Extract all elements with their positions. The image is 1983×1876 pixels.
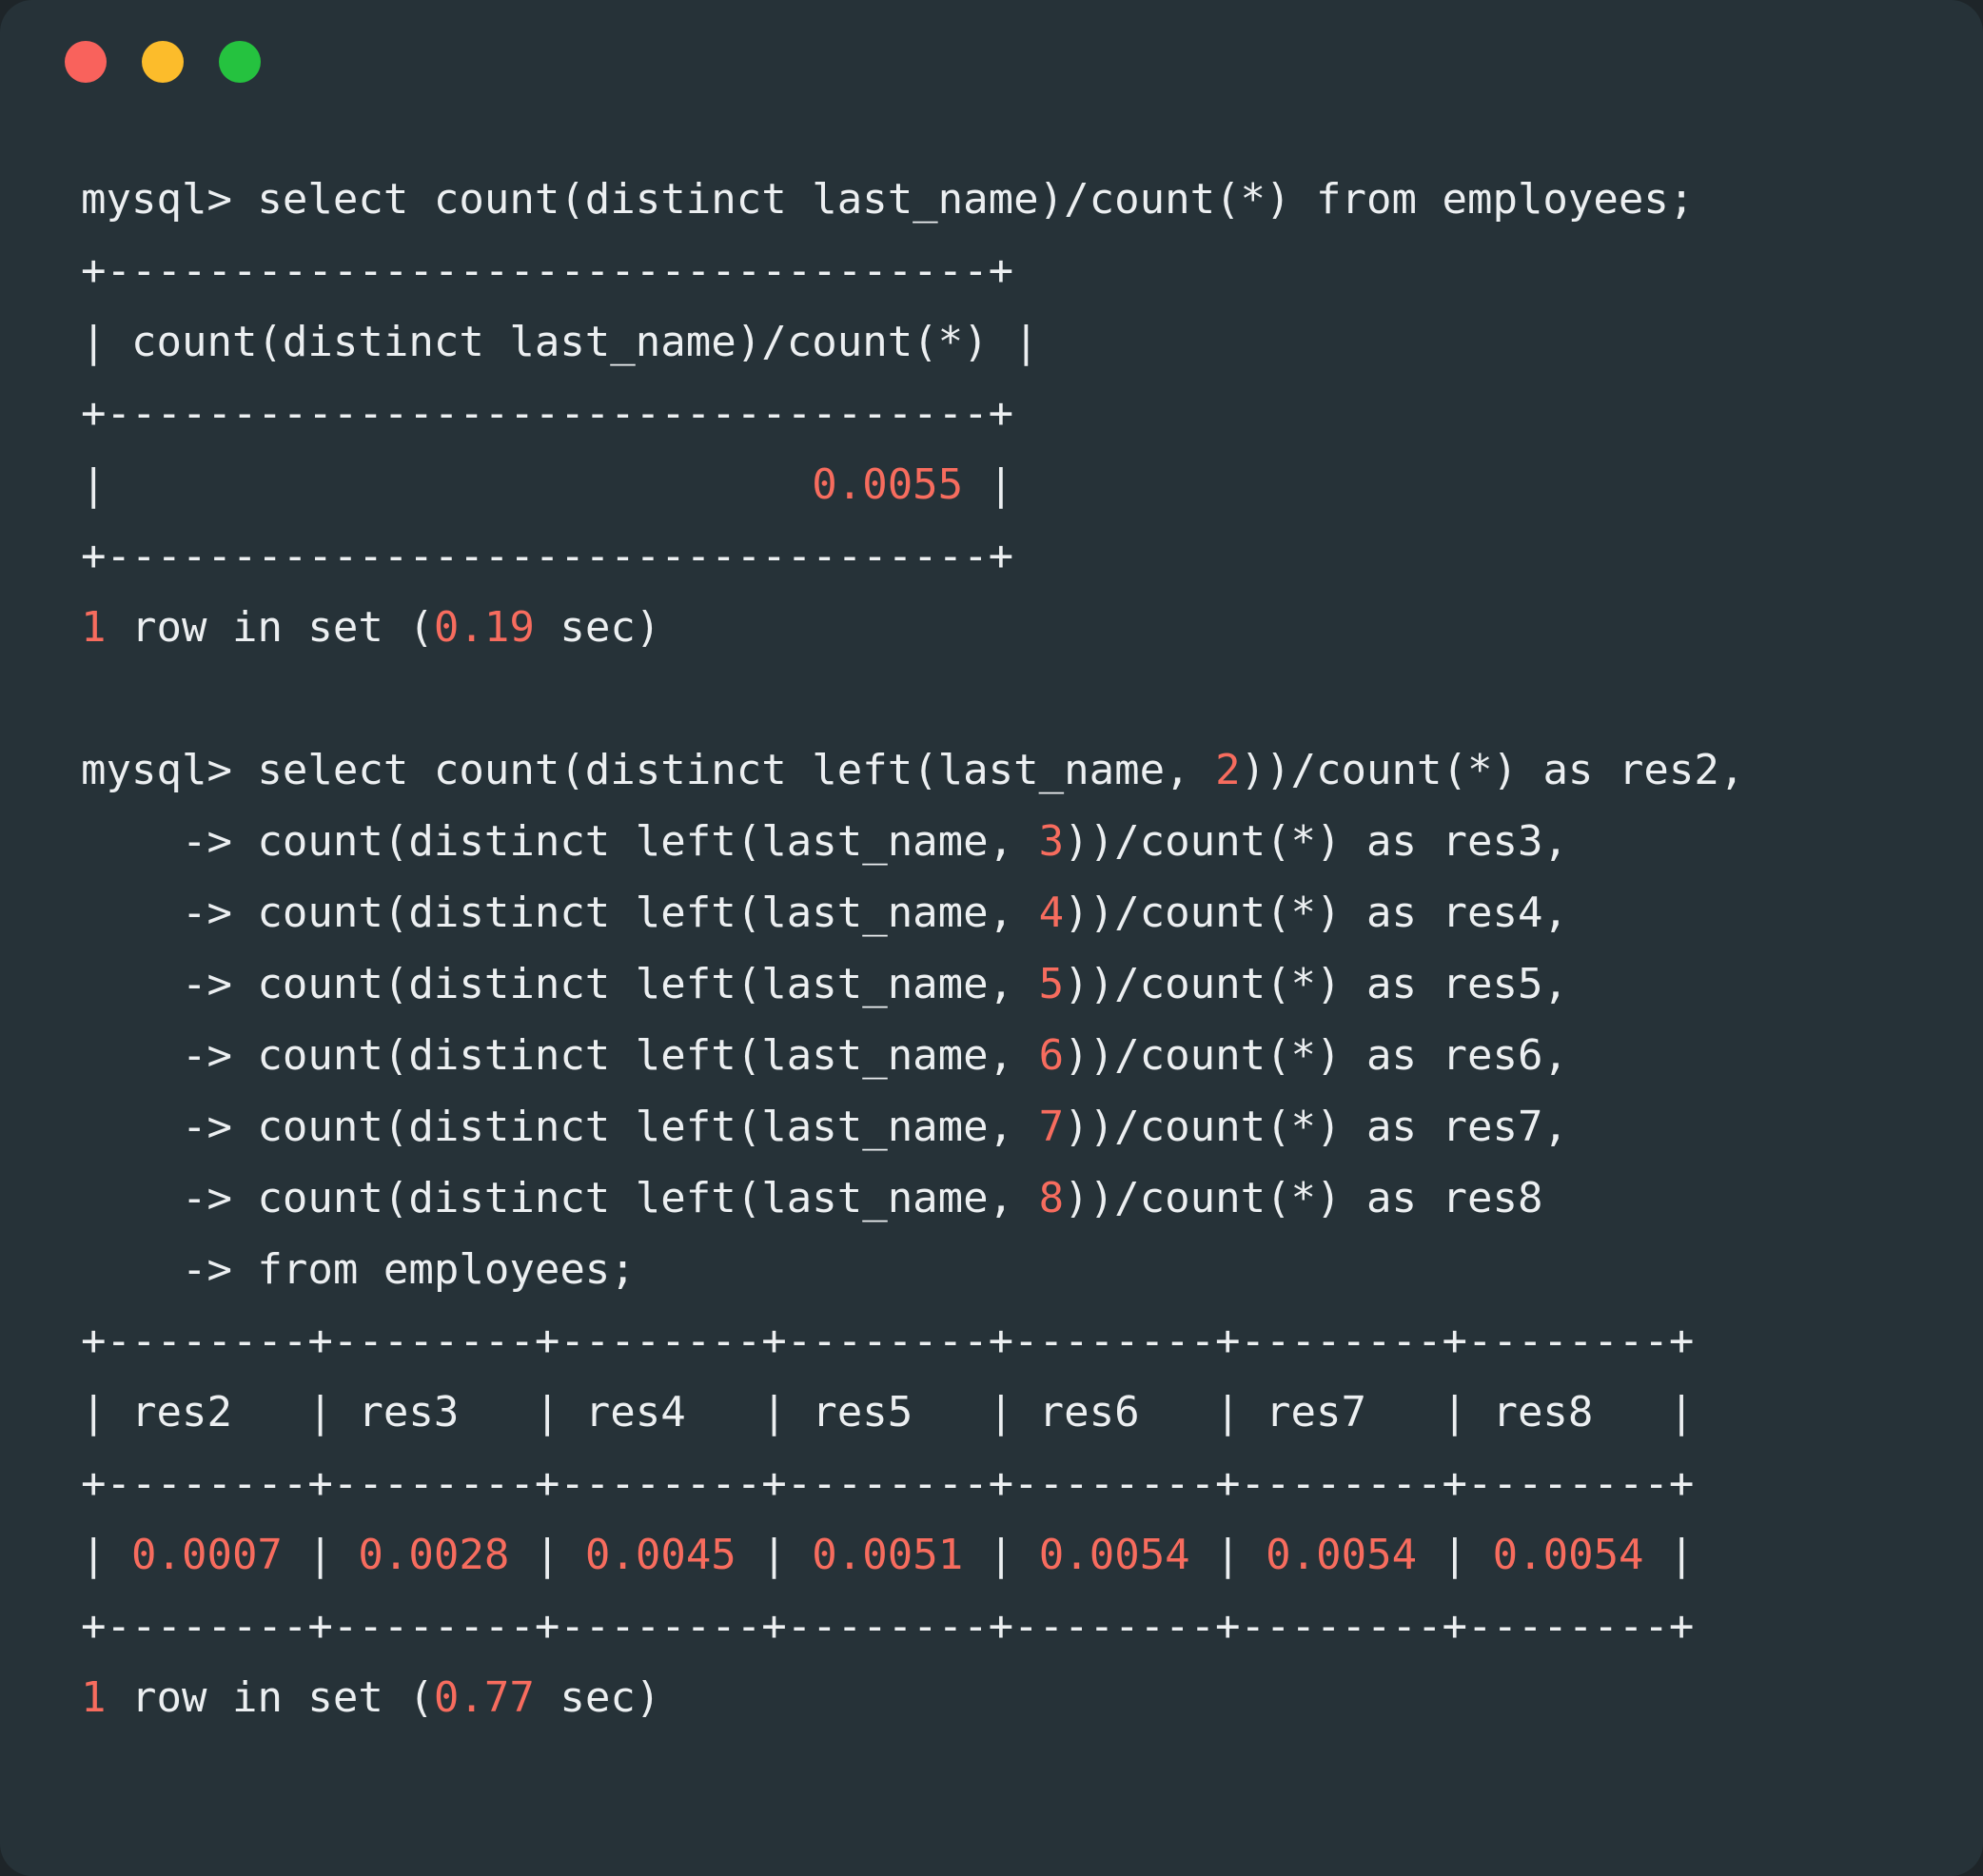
numeric-value: 5 xyxy=(1038,960,1065,1008)
text-span: | count(distinct last_name)/count(*) | xyxy=(81,318,1039,366)
console-line-row: | 0.0007 | 0.0028 | 0.0045 | 0.0051 | 0.… xyxy=(81,1519,1926,1591)
numeric-value: 0.0054 xyxy=(1266,1531,1418,1579)
text-span: | xyxy=(1189,1531,1266,1579)
close-button[interactable] xyxy=(65,41,107,83)
numeric-value: 0.0045 xyxy=(584,1531,736,1579)
console-line-continuation: -> count(distinct left(last_name, 3))/co… xyxy=(81,806,1926,877)
console-line-rule: +-----------------------------------+ xyxy=(81,520,1926,592)
text-span: +--------+--------+--------+--------+---… xyxy=(81,1459,1695,1508)
text-span: mysql> select count(distinct left(last_n… xyxy=(81,746,1216,794)
text-span: ))/count(*) as res7, xyxy=(1064,1103,1568,1151)
console-line-continuation: -> count(distinct left(last_name, 5))/co… xyxy=(81,948,1926,1020)
console-line-header: | count(distinct last_name)/count(*) | xyxy=(81,306,1926,378)
text-span: row in set ( xyxy=(106,1673,434,1722)
text-span xyxy=(81,674,107,723)
text-span: | xyxy=(963,460,1014,509)
text-span: -> from employees; xyxy=(81,1245,636,1294)
text-span: -> count(distinct left(last_name, xyxy=(81,817,1039,866)
console-line-continuation: -> count(distinct left(last_name, 6))/co… xyxy=(81,1020,1926,1091)
text-span: ))/count(*) as res3, xyxy=(1064,817,1568,866)
text-span: | xyxy=(1417,1531,1493,1579)
text-span: +-----------------------------------+ xyxy=(81,246,1014,295)
text-span: ))/count(*) as res4, xyxy=(1064,889,1568,937)
text-span: | xyxy=(282,1531,359,1579)
console-line-rule: +--------+--------+--------+--------+---… xyxy=(81,1448,1926,1519)
text-span: row in set ( xyxy=(106,603,434,652)
text-span: -> count(distinct left(last_name, xyxy=(81,960,1039,1008)
numeric-value: 0.77 xyxy=(433,1673,535,1722)
numeric-value: 0.19 xyxy=(433,603,535,652)
console-line-continuation: -> count(distinct left(last_name, 4))/co… xyxy=(81,877,1926,948)
console-line-rule: +--------+--------+--------+--------+---… xyxy=(81,1305,1926,1377)
text-span: ))/count(*) as res5, xyxy=(1064,960,1568,1008)
text-span: sec) xyxy=(534,1673,661,1722)
console-line-status: 1 row in set (0.19 sec) xyxy=(81,592,1926,663)
numeric-value: 6 xyxy=(1038,1031,1065,1080)
console-line-row: | 0.0055 | xyxy=(81,449,1926,520)
text-span: | xyxy=(81,460,813,509)
numeric-value: 2 xyxy=(1215,746,1241,794)
console-line-rule: +-----------------------------------+ xyxy=(81,235,1926,306)
text-span: | xyxy=(509,1531,585,1579)
text-span: +--------+--------+--------+--------+---… xyxy=(81,1317,1695,1365)
minimize-button[interactable] xyxy=(142,41,184,83)
text-span: -> count(distinct left(last_name, xyxy=(81,889,1039,937)
text-span: | xyxy=(1643,1531,1695,1579)
text-span: +--------+--------+--------+--------+---… xyxy=(81,1602,1695,1651)
console-line-rule: +-----------------------------------+ xyxy=(81,378,1926,449)
console-line-prompt: mysql> select count(distinct last_name)/… xyxy=(81,164,1926,235)
numeric-value: 4 xyxy=(1038,889,1065,937)
text-span: sec) xyxy=(534,603,661,652)
terminal-window: mysql> select count(distinct last_name)/… xyxy=(0,0,1983,1876)
numeric-value: 8 xyxy=(1038,1174,1065,1222)
numeric-value: 0.0054 xyxy=(1038,1531,1190,1579)
text-span: ))/count(*) as res2, xyxy=(1240,746,1745,794)
console-line-prompt: mysql> select count(distinct left(last_n… xyxy=(81,734,1926,806)
console-line-status: 1 row in set (0.77 sec) xyxy=(81,1662,1926,1733)
numeric-value: 0.0054 xyxy=(1492,1531,1644,1579)
console-line-header: | res2 | res3 | res4 | res5 | res6 | res… xyxy=(81,1377,1926,1448)
text-span: mysql> select count(distinct last_name)/… xyxy=(81,175,1695,224)
text-span: +-----------------------------------+ xyxy=(81,532,1014,580)
text-span: ))/count(*) as res6, xyxy=(1064,1031,1568,1080)
console-line-continuation: -> count(distinct left(last_name, 7))/co… xyxy=(81,1091,1926,1163)
numeric-value: 0.0028 xyxy=(358,1531,510,1579)
text-span: | xyxy=(736,1531,813,1579)
text-span: | xyxy=(81,1531,131,1579)
text-span: | xyxy=(963,1531,1039,1579)
numeric-value: 3 xyxy=(1038,817,1065,866)
console-line-continuation: -> from employees; xyxy=(81,1234,1926,1305)
text-span: -> count(distinct left(last_name, xyxy=(81,1103,1039,1151)
text-span: +-----------------------------------+ xyxy=(81,389,1014,438)
maximize-button[interactable] xyxy=(219,41,261,83)
terminal-console-output[interactable]: mysql> select count(distinct last_name)/… xyxy=(0,124,1983,1876)
numeric-value: 0.0051 xyxy=(812,1531,964,1579)
terminal-titlebar xyxy=(0,0,1983,124)
text-span: | res2 | res3 | res4 | res5 | res6 | res… xyxy=(81,1388,1695,1436)
numeric-value: 1 xyxy=(81,1673,107,1722)
text-span: ))/count(*) as res8 xyxy=(1064,1174,1543,1222)
numeric-value: 0.0055 xyxy=(812,460,964,509)
numeric-value: 0.0007 xyxy=(130,1531,283,1579)
numeric-value: 7 xyxy=(1038,1103,1065,1151)
console-line-rule: +--------+--------+--------+--------+---… xyxy=(81,1591,1926,1662)
text-span: -> count(distinct left(last_name, xyxy=(81,1174,1039,1222)
console-line-blank xyxy=(81,663,1926,734)
console-line-continuation: -> count(distinct left(last_name, 8))/co… xyxy=(81,1163,1926,1234)
text-span: -> count(distinct left(last_name, xyxy=(81,1031,1039,1080)
numeric-value: 1 xyxy=(81,603,107,652)
